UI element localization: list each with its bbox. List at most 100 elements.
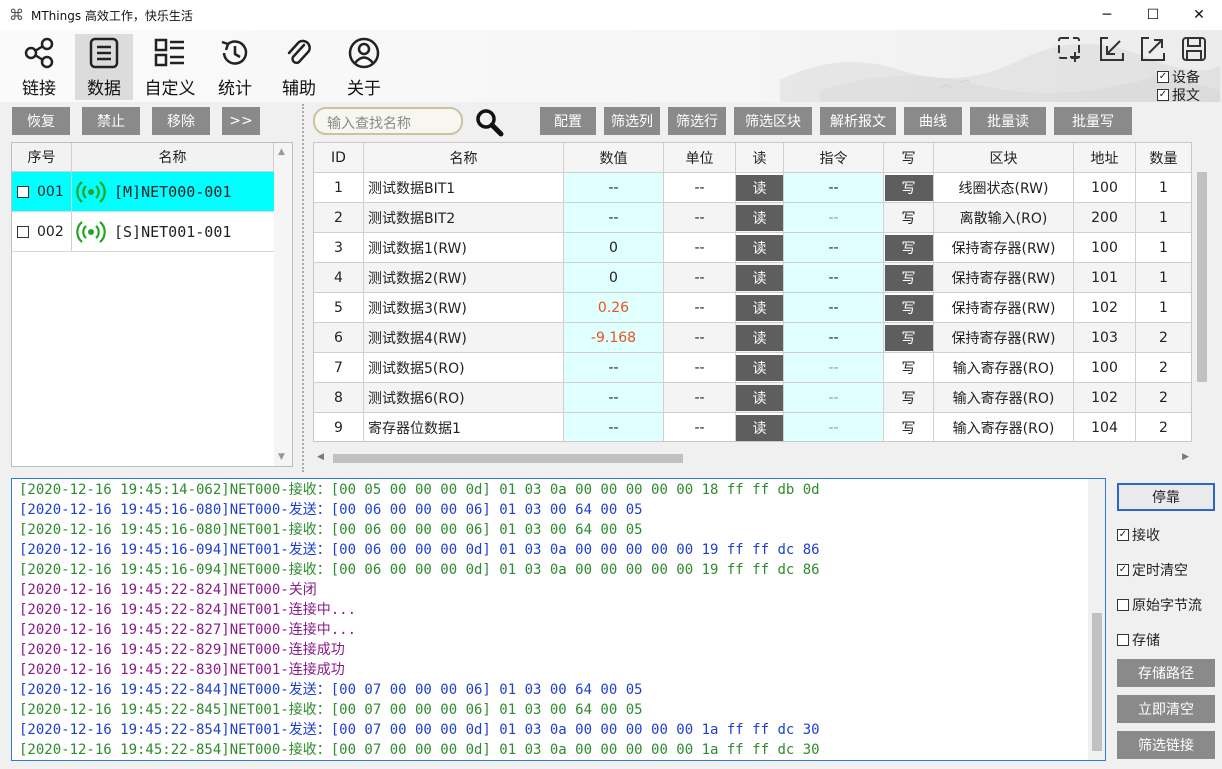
clear-now-button[interactable]: 立即清空 xyxy=(1117,695,1215,723)
message-log[interactable]: [2020-12-16 19:45:14-062]NET000-接收：[00 0… xyxy=(11,478,1106,761)
column-header-read[interactable]: 读 xyxy=(736,143,784,173)
filter-columns-button[interactable]: 筛选列 xyxy=(604,107,660,135)
raw-bytes-checkbox[interactable]: 原始字节流 xyxy=(1117,595,1202,615)
device-list-scrollbar[interactable]: ▲ ▼ xyxy=(274,143,292,466)
panel-splitter[interactable] xyxy=(302,104,306,472)
history-clock-icon xyxy=(221,40,248,65)
read-button[interactable]: 读 xyxy=(736,384,783,411)
column-header-addr[interactable]: 地址 xyxy=(1074,143,1136,173)
read-button[interactable]: 读 xyxy=(736,414,783,441)
cell-cmd: -- xyxy=(784,263,884,293)
cell-name: 测试数据3(RW) xyxy=(364,293,564,323)
device-row-checkbox[interactable] xyxy=(17,185,29,198)
data-table-vscroll[interactable] xyxy=(1193,142,1211,442)
read-button[interactable]: 读 xyxy=(736,174,783,201)
read-button[interactable]: 读 xyxy=(736,234,783,261)
column-header-value[interactable]: 数值 xyxy=(564,143,664,173)
cell-value: 0 xyxy=(564,233,664,263)
scroll-right-icon[interactable]: ▶ xyxy=(1182,452,1189,462)
device-checkbox[interactable]: ✓ 设备 xyxy=(1157,67,1200,87)
column-header-unit[interactable]: 单位 xyxy=(664,143,736,173)
column-header-name[interactable]: 名称 xyxy=(364,143,564,173)
batch-write-button[interactable]: 批量写 xyxy=(1054,107,1132,135)
cell-cmd: -- xyxy=(784,233,884,263)
pop-out-icon[interactable] xyxy=(1139,35,1167,63)
column-header-cmd[interactable]: 指令 xyxy=(784,143,884,173)
toolbar-stats[interactable]: 统计 xyxy=(206,34,264,100)
curve-button[interactable]: 曲线 xyxy=(904,107,962,135)
data-table: ID 名称 数值 单位读指令写区块 地址 数量 1 测试数据BIT1 -- -- 读 -- 写线圈状态(… xyxy=(313,142,1192,442)
close-button[interactable]: ✕ xyxy=(1176,0,1222,30)
scroll-left-icon[interactable]: ◀ xyxy=(317,452,324,462)
receive-checkbox[interactable]: ✓ 接收 xyxy=(1117,525,1160,545)
write-button[interactable]: 写 xyxy=(884,174,933,201)
cell-value: 0 xyxy=(564,263,664,293)
write-button[interactable]: 写 xyxy=(884,264,933,291)
cell-addr: 102 xyxy=(1074,383,1136,413)
write-button[interactable]: 写 xyxy=(884,294,933,321)
restore-button[interactable]: 恢复 xyxy=(12,107,70,135)
toolbar-about[interactable]: 关于 xyxy=(335,34,393,100)
cell-write[interactable]: 写 xyxy=(884,203,934,233)
write-button[interactable]: 写 xyxy=(884,234,933,261)
remove-button[interactable]: 移除 xyxy=(152,107,210,135)
read-button[interactable]: 读 xyxy=(736,294,783,321)
checkbox-checked-icon: ✓ xyxy=(1117,529,1129,541)
read-button[interactable]: 读 xyxy=(736,264,783,291)
toolbar-link[interactable]: 链接 xyxy=(10,34,68,100)
paperclip-icon xyxy=(287,39,311,65)
device-row[interactable]: 002 [S]NET001-001 xyxy=(12,212,274,252)
toolbar-custom[interactable]: 自定义 xyxy=(140,34,200,100)
config-button[interactable]: 配置 xyxy=(540,107,596,135)
message-log-scrollbar[interactable] xyxy=(1088,479,1105,760)
minimize-button[interactable]: ─ xyxy=(1084,0,1130,30)
cell-block: 保持寄存器(RW) xyxy=(934,263,1074,293)
expand-button[interactable]: >> xyxy=(222,107,260,135)
column-header-qty[interactable]: 数量 xyxy=(1136,143,1191,173)
read-button[interactable]: 读 xyxy=(736,324,783,351)
toolbar-data[interactable]: 数据 xyxy=(75,34,133,100)
filter-rows-button[interactable]: 筛选行 xyxy=(668,107,726,135)
cell-write[interactable]: 写 xyxy=(884,353,934,383)
column-header-write[interactable]: 写 xyxy=(884,143,934,173)
cell-write[interactable]: 写 xyxy=(884,413,934,441)
cell-value: -- xyxy=(564,203,664,233)
device-row-checkbox[interactable] xyxy=(17,225,29,238)
filter-link-button[interactable]: 筛选链接 xyxy=(1117,731,1215,759)
maximize-button[interactable]: ☐ xyxy=(1130,0,1176,30)
dock-button[interactable]: 停靠 xyxy=(1117,483,1215,511)
dock-in-icon[interactable] xyxy=(1098,35,1126,63)
cell-unit: -- xyxy=(664,413,736,441)
log-line: [2020-12-16 19:45:22-854]NET001-发送：[00 0… xyxy=(19,722,820,738)
search-icon[interactable] xyxy=(474,107,504,137)
parse-message-button[interactable]: 解析报文 xyxy=(820,107,896,135)
batch-read-button[interactable]: 批量读 xyxy=(970,107,1046,135)
store-checkbox[interactable]: 存储 xyxy=(1117,630,1160,650)
device-row[interactable]: 001 [M]NET000-001 xyxy=(12,172,274,212)
filter-blocks-button[interactable]: 筛选区块 xyxy=(734,107,812,135)
header-seq[interactable]: 序号 xyxy=(12,143,72,171)
cell-addr: 100 xyxy=(1074,233,1136,263)
add-window-icon[interactable] xyxy=(1056,35,1084,63)
save-icon[interactable] xyxy=(1180,35,1208,63)
column-header-id[interactable]: ID xyxy=(314,143,364,173)
toolbar-assist[interactable]: 辅助 xyxy=(270,34,328,100)
write-button[interactable]: 写 xyxy=(884,324,933,351)
cell-id: 5 xyxy=(314,293,364,323)
read-button[interactable]: 读 xyxy=(736,354,783,381)
header-name[interactable]: 名称 xyxy=(72,143,274,171)
data-table-hscroll[interactable]: ◀ ▶ xyxy=(313,450,1193,467)
disable-button[interactable]: 禁止 xyxy=(82,107,140,135)
cell-qty: 1 xyxy=(1136,203,1191,233)
cell-qty: 1 xyxy=(1136,233,1191,263)
auto-clear-checkbox[interactable]: ✓ 定时清空 xyxy=(1117,560,1188,580)
cell-write[interactable]: 写 xyxy=(884,383,934,413)
read-button[interactable]: 读 xyxy=(736,204,783,231)
storage-path-button[interactable]: 存储路径 xyxy=(1117,659,1215,687)
cell-unit: -- xyxy=(664,233,736,263)
search-input[interactable]: 输入查找名称 xyxy=(313,107,463,135)
cell-read: 读 xyxy=(736,413,784,441)
cell-id: 7 xyxy=(314,353,364,383)
column-header-block[interactable]: 区块 xyxy=(934,143,1074,173)
message-checkbox[interactable]: ✓ 报文 xyxy=(1157,85,1200,105)
